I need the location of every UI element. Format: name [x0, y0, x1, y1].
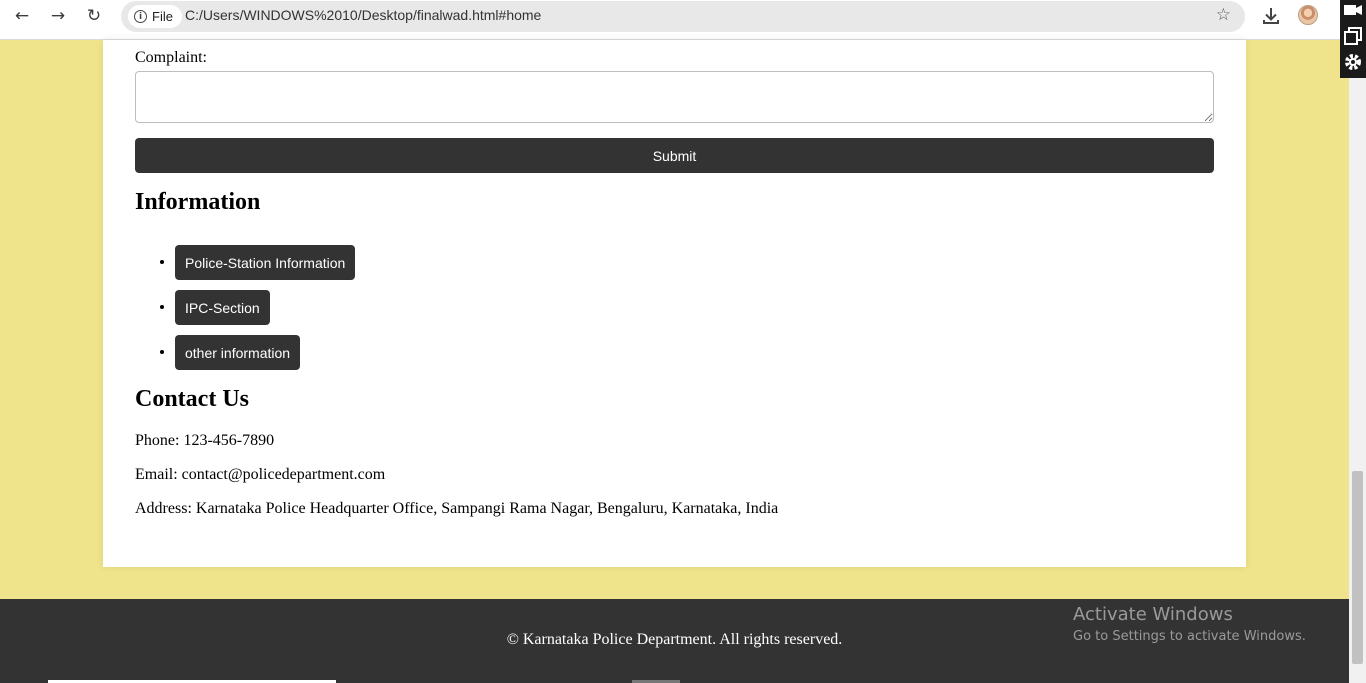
- bookmark-star-icon[interactable]: ☆: [1216, 5, 1231, 25]
- browser-toolbar: ← → ↻ i File C:/Users/WINDOWS%2010/Deskt…: [0, 0, 1340, 40]
- information-list: Police-Station Information IPC-Section o…: [175, 245, 356, 380]
- download-icon[interactable]: [1260, 5, 1282, 27]
- back-button[interactable]: ←: [8, 4, 36, 28]
- forward-button[interactable]: →: [44, 4, 72, 28]
- site-info-label: File: [152, 9, 173, 24]
- arrow-right-icon: →: [50, 6, 66, 26]
- complaint-textarea[interactable]: [135, 71, 1214, 123]
- contact-address: Address: Karnataka Police Headquarter Of…: [135, 500, 779, 517]
- list-item: Police-Station Information: [175, 245, 356, 290]
- other-information-button[interactable]: other information: [175, 335, 301, 370]
- contact-email: Email: contact@policedepartment.com: [135, 466, 386, 483]
- content-card: Complaint: Submit Information Police-Sta…: [103, 40, 1246, 567]
- contact-phone: Phone: 123-456-7890: [135, 432, 275, 449]
- list-item: other information: [175, 335, 355, 380]
- address-bar[interactable]: i File C:/Users/WINDOWS%2010/Desktop/fin…: [121, 1, 1245, 32]
- ipc-section-button[interactable]: IPC-Section: [175, 290, 270, 325]
- arrow-left-icon: ←: [14, 6, 30, 26]
- gear-icon[interactable]: [1343, 52, 1363, 72]
- watermark-title: Activate Windows: [1073, 604, 1233, 625]
- contact-heading: Contact Us: [135, 386, 249, 412]
- camera-icon[interactable]: [1343, 0, 1363, 20]
- scrollbar-thumb[interactable]: [1352, 471, 1363, 664]
- overlay-toolbar: [1340, 0, 1366, 78]
- list-item: IPC-Section: [175, 290, 355, 335]
- reload-icon: ↻: [86, 6, 102, 26]
- watermark-subtitle: Go to Settings to activate Windows.: [1073, 629, 1306, 644]
- complaint-label: Complaint:: [135, 49, 207, 66]
- site-info-chip[interactable]: i File: [128, 5, 182, 28]
- reload-button[interactable]: ↻: [80, 4, 108, 28]
- activate-windows-watermark: Activate Windows Go to Settings to activ…: [1073, 604, 1306, 644]
- information-heading: Information: [135, 189, 261, 215]
- url-text[interactable]: C:/Users/WINDOWS%2010/Desktop/finalwad.h…: [185, 7, 541, 23]
- info-icon: i: [134, 10, 147, 23]
- police-station-information-button[interactable]: Police-Station Information: [175, 245, 356, 280]
- window-overlay-icon[interactable]: [1343, 26, 1363, 46]
- submit-button[interactable]: Submit: [135, 138, 1214, 173]
- profile-avatar[interactable]: [1298, 5, 1318, 25]
